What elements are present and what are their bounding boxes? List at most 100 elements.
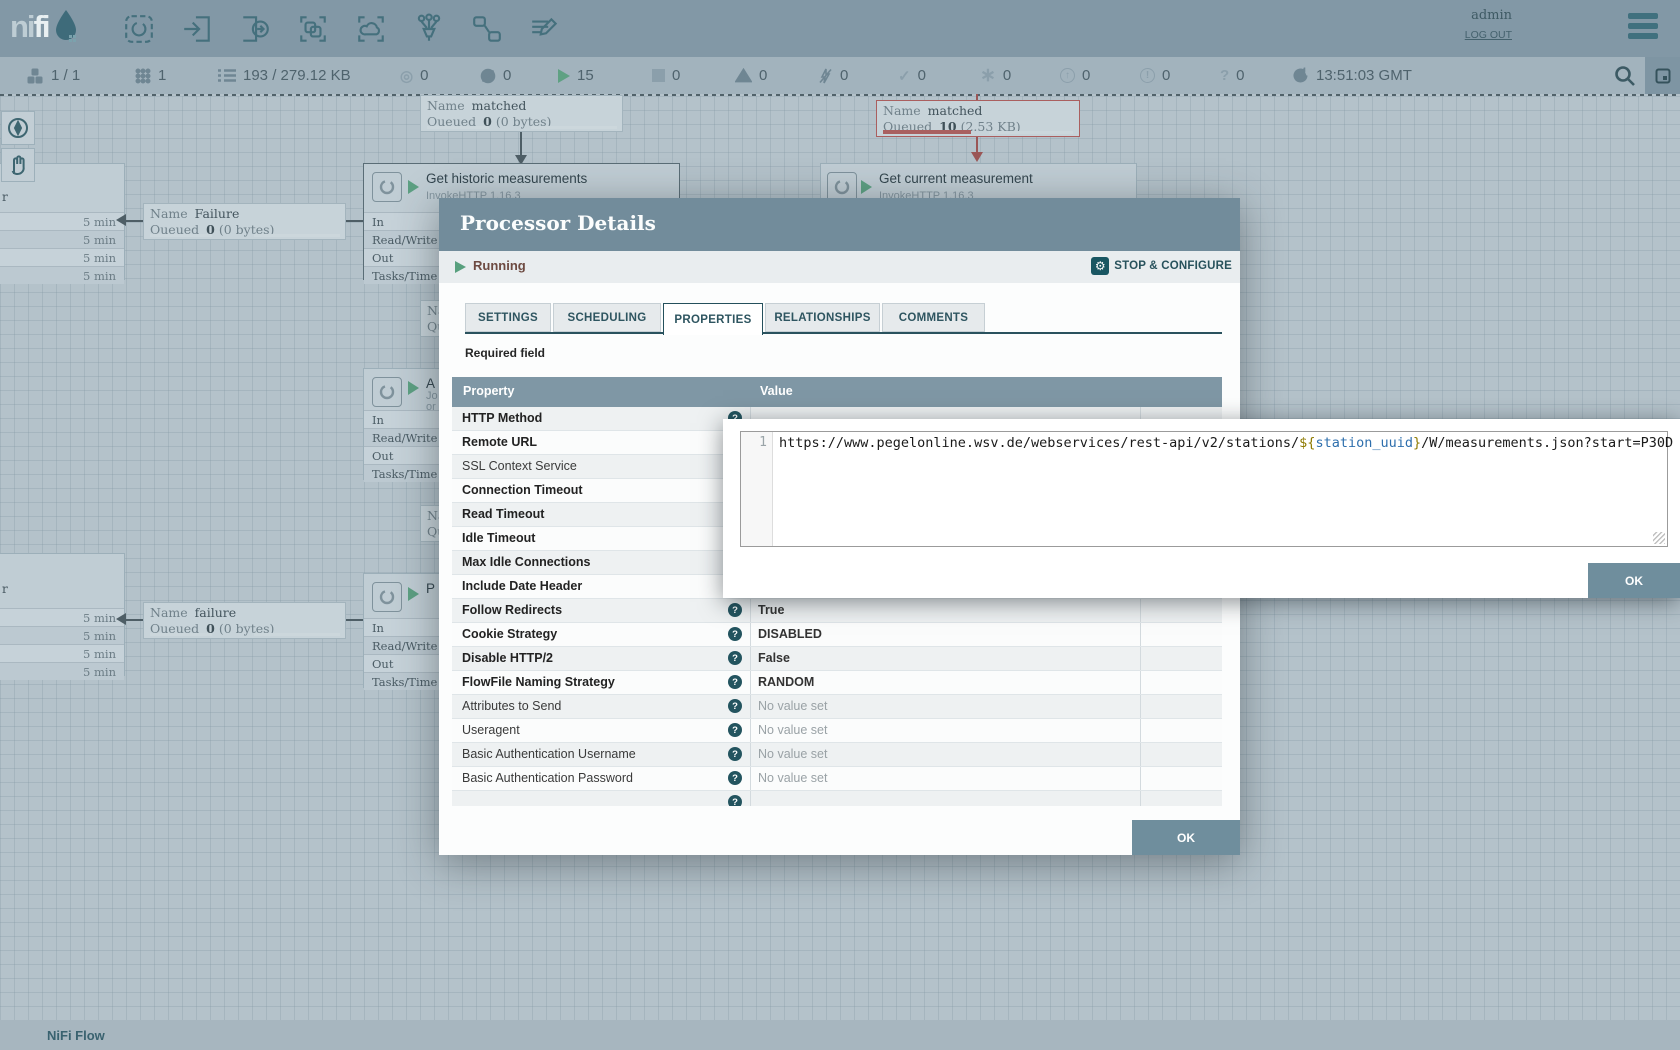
table-row: Useragent? No value set xyxy=(452,719,1222,743)
dialog-status-row: Running ⚙ STOP & CONFIGURE xyxy=(439,251,1240,283)
queued-list-icon xyxy=(218,68,236,83)
size-percent-bar xyxy=(254,633,340,636)
running-play-icon xyxy=(408,381,419,395)
nifi-app: nifi xyxy=(0,0,1680,1050)
processor-icon xyxy=(372,377,402,407)
status-queued: 193 / 279.12 KB xyxy=(218,57,351,94)
value-column-header: Value xyxy=(760,384,793,398)
tab-settings[interactable]: SETTINGS xyxy=(465,303,551,332)
tab-properties[interactable]: PROPERTIES xyxy=(663,303,763,335)
funnel-icon[interactable] xyxy=(412,12,446,46)
status-not-transmitting: 0 xyxy=(480,57,511,94)
operate-palette-button[interactable] xyxy=(1,148,35,182)
input-port-icon[interactable] xyxy=(180,12,214,46)
remote-process-group-icon[interactable] xyxy=(354,12,388,46)
stat-row: 5 min xyxy=(0,212,124,230)
table-row: Disable HTTP/2? False xyxy=(452,647,1222,671)
template-icon[interactable] xyxy=(470,12,504,46)
global-menu-icon[interactable] xyxy=(1628,13,1658,43)
birdseye-toggle[interactable] xyxy=(1645,57,1680,94)
t ab-relationships[interactable]: RELATIONSHIPS xyxy=(765,303,880,332)
editor-resize-handle[interactable] xyxy=(1653,532,1665,544)
property-value-editor-popup: 1 https://www.pegelonline.wsv.de/webserv… xyxy=(723,419,1680,598)
table-row: Follow Redirects? True xyxy=(452,599,1222,623)
stop-and-configure-button[interactable]: ⚙ STOP & CONFIGURE xyxy=(1091,257,1232,275)
help-icon[interactable]: ? xyxy=(728,771,742,785)
label-icon[interactable] xyxy=(528,12,562,46)
queue-percent-bar xyxy=(150,633,212,636)
app-header: nifi xyxy=(0,0,1680,57)
navigate-palette-button[interactable] xyxy=(1,111,35,145)
nifi-logo: nifi xyxy=(10,8,81,46)
help-icon[interactable]: ? xyxy=(728,675,742,689)
stat-row: 5 min xyxy=(0,644,124,662)
clipped-text-fragment: r xyxy=(2,582,8,596)
connection-arrowhead xyxy=(116,214,126,226)
size-percent-bar xyxy=(531,126,617,129)
stop-configure-gear-icon: ⚙ xyxy=(1091,257,1109,275)
status-transmitting: ◎ 0 xyxy=(400,57,428,94)
connection-label-matched-alert[interactable]: Namematched Queued10(2.53 KB) xyxy=(876,100,1080,137)
table-row: Cookie Strategy? DISABLED xyxy=(452,623,1222,647)
logout-link[interactable]: LOG OUT xyxy=(1465,29,1512,41)
transmitting-icon: ◎ xyxy=(400,67,413,85)
exclamation-icon: ! xyxy=(1140,68,1155,83)
clipped-text-fragment: r xyxy=(2,190,8,204)
status-running: 15 xyxy=(558,57,594,94)
not-transmitting-icon xyxy=(480,68,496,84)
table-row: Attributes to Send? No value set xyxy=(452,695,1222,719)
output-port-icon[interactable] xyxy=(238,12,272,46)
status-disabled: 0 xyxy=(818,57,848,94)
stopped-square-icon xyxy=(652,69,665,82)
help-icon[interactable]: ? xyxy=(728,747,742,761)
cluster-cubes-icon xyxy=(27,68,44,84)
refresh-icon[interactable] xyxy=(1292,67,1309,84)
user-area: admin LOG OUT xyxy=(1465,8,1512,41)
tab-comments[interactable]: COMMENTS xyxy=(882,303,985,332)
dialog-tabs: SETTINGS SCHEDULING PROPERTIES RELATIONS… xyxy=(439,303,1240,335)
connection-label-matched-top[interactable]: Namematched Queued0(0 bytes) xyxy=(420,95,623,132)
connection-label-failure-top[interactable]: NameFailure Queued0(0 bytes) xyxy=(143,203,346,240)
queue-percent-bar xyxy=(883,130,971,134)
help-icon[interactable]: ? xyxy=(728,651,742,665)
logo-text: ni xyxy=(10,9,34,45)
search-icon[interactable] xyxy=(1614,65,1636,87)
processor-icon[interactable] xyxy=(122,12,156,46)
status-threads: 1 xyxy=(135,57,166,94)
required-field-note: Required field xyxy=(465,346,545,360)
edge-processor-bottom[interactable]: 5 min 5 min 5 min 5 min xyxy=(0,553,125,676)
status-stale: ↑ 0 xyxy=(1060,57,1090,94)
help-icon[interactable]: ? xyxy=(728,723,742,737)
processor-title: Get current measurement xyxy=(879,171,1033,186)
stat-row: 5 min xyxy=(0,608,124,626)
tab-scheduling[interactable]: SCHEDULING xyxy=(553,303,661,332)
processor-icon xyxy=(372,582,402,612)
queue-percent-bar xyxy=(150,234,212,237)
run-state-label: Running xyxy=(473,258,526,273)
help-icon[interactable]: ? xyxy=(728,795,742,806)
help-icon[interactable]: ? xyxy=(728,627,742,641)
status-modified-stale: ! 0 xyxy=(1140,57,1170,94)
code-editor[interactable]: 1 https://www.pegelonline.wsv.de/webserv… xyxy=(740,431,1668,547)
table-row: FlowFile Naming Strategy? RANDOM xyxy=(452,671,1222,695)
running-play-icon xyxy=(455,261,466,273)
process-group-icon[interactable] xyxy=(296,12,330,46)
popup-ok-button[interactable]: OK xyxy=(1588,563,1680,598)
stat-row: 5 min xyxy=(0,662,124,680)
remote-url-value[interactable]: https://www.pegelonline.wsv.de/webservic… xyxy=(779,435,1673,451)
running-play-icon xyxy=(408,180,419,194)
connection-label-failure-bottom[interactable]: Namefailure Queued0(0 bytes) xyxy=(143,602,346,639)
running-play-icon xyxy=(558,69,570,83)
tab-underline xyxy=(465,332,1222,334)
processor-title-fragment: A xyxy=(426,376,435,391)
stat-row: 5 min xyxy=(0,266,124,284)
stat-row: 5 min xyxy=(0,626,124,644)
breadcrumb[interactable]: NiFi Flow xyxy=(47,1028,105,1043)
asterisk-icon: ∗ xyxy=(980,64,996,87)
help-icon[interactable]: ? xyxy=(728,699,742,713)
help-icon[interactable]: ? xyxy=(728,603,742,617)
line-number: 1 xyxy=(759,435,767,450)
current-user: admin xyxy=(1465,8,1512,23)
dialog-ok-button[interactable]: OK xyxy=(1132,820,1240,855)
table-row-clipped: ? xyxy=(452,791,1222,806)
